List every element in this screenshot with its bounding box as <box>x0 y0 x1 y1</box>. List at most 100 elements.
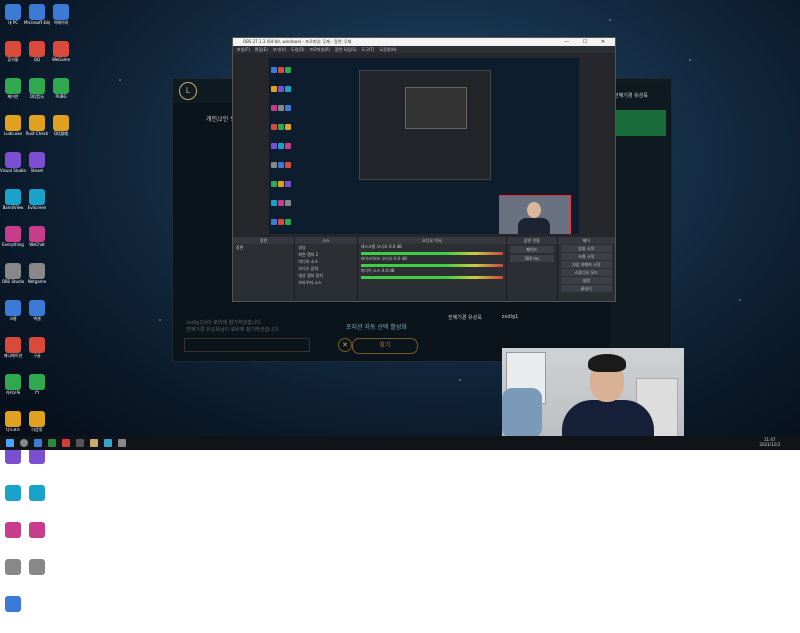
mixer-list[interactable]: 데스크톱 오디오 0.0 dB 마이크/보조 오디오 0.0 dB 미디어 소스 0… <box>358 244 506 280</box>
desktop: 내 PC 휴지통제어판 Ludo.exe Visual Studio BandiView… <box>0 0 800 617</box>
desktop-shortcut[interactable]: Visual Studio <box>0 152 26 186</box>
desktop-shortcut[interactable]: 크롬 <box>0 300 26 334</box>
source-item[interactable]: 미디어 소스 <box>295 258 356 265</box>
sources-panel[interactable]: 소스 영상 화면 캡처 2 미디어 소스 오디오 입력 영상 캡처 장치 브라우저 소스 <box>295 237 358 301</box>
desktop-shortcut[interactable]: WeGame <box>48 41 74 75</box>
menu-item[interactable]: 편집(E) <box>255 46 268 53</box>
control-button[interactable]: 설정 <box>560 277 612 284</box>
app-icon <box>29 4 45 20</box>
desktop-shortcut[interactable]: HuyaPC <box>0 559 26 593</box>
menu-item[interactable]: 파일(F) <box>237 46 250 53</box>
scenes-panel[interactable]: 장면 장면 <box>233 237 296 301</box>
desktop-shortcut[interactable]: 휴지통 <box>0 41 26 75</box>
control-button[interactable]: 스튜디오 모드 <box>560 269 612 276</box>
control-button[interactable]: 방송 시작 <box>560 245 612 252</box>
desktop-shortcut[interactable]: 반디캠 <box>0 448 26 482</box>
desktop-shortcut[interactable]: QQPlayer <box>24 485 50 519</box>
desktop-shortcut[interactable]: YY <box>24 374 50 408</box>
desktop-shortcut[interactable]: EVviewer <box>0 596 26 630</box>
volume-meter[interactable] <box>360 264 504 267</box>
desktop-shortcut[interactable]: 애니 <box>24 448 50 482</box>
preview-webcam-source[interactable] <box>499 195 571 234</box>
desktop-shortcut[interactable]: OBS Studio <box>0 263 26 297</box>
transition-duration-input[interactable]: 300 ms <box>510 255 554 262</box>
transition-type-select[interactable]: 페이드 <box>510 246 554 253</box>
desktop-shortcut[interactable]: Netgame <box>24 263 50 297</box>
control-button[interactable]: 녹화 시작 <box>560 253 612 260</box>
desktop-shortcut[interactable]: NetEase Music <box>0 522 26 556</box>
scene-item[interactable]: 장면 <box>233 244 294 251</box>
leave-lobby-button[interactable]: ✕ <box>338 338 352 352</box>
desktop-shortcut[interactable]: WeChat <box>24 226 50 260</box>
find-match-button[interactable]: 찾기 <box>352 338 418 354</box>
menu-item[interactable]: 도구(T) <box>362 46 375 53</box>
volume-meter[interactable] <box>360 276 504 279</box>
shortcut-label: OBS Studio <box>1 279 25 284</box>
desktop-shortcut[interactable]: KMPlayer <box>24 522 50 556</box>
source-item[interactable]: 화면 캡처 2 <box>295 251 356 258</box>
desktop-shortcut[interactable]: Everything <box>0 226 26 260</box>
app-icon <box>5 596 21 612</box>
desktop-shortcut[interactable]: 이페이지 <box>48 4 74 38</box>
mini-icon <box>285 105 291 111</box>
desktop-shortcut[interactable]: QQ <box>24 41 50 75</box>
sources-list[interactable]: 영상 화면 캡처 2 미디어 소스 오디오 입력 영상 캡처 장치 브라우저 소스 <box>295 244 356 286</box>
volume-meter[interactable] <box>360 252 504 255</box>
menu-item[interactable]: 보기(V) <box>273 46 286 53</box>
desktop-shortcut[interactable]: BandiView <box>0 189 26 223</box>
desktop-shortcut[interactable]: QQ游戏 <box>48 115 74 149</box>
desktop-shortcut[interactable]: QQ音乐 <box>24 78 50 112</box>
desktop-shortcut[interactable]: 카카오톡 <box>0 374 26 408</box>
obs-menu-bar[interactable]: 파일(F) 편집(E) 보기(V) 도킹(D) 프로파일(P) 장면 모음(S) 도구(T)… <box>233 46 615 53</box>
desktop-shortcut[interactable]: Rust Check <box>24 115 50 149</box>
search-icon[interactable] <box>20 439 28 447</box>
scenes-list[interactable]: 장면 <box>233 244 294 251</box>
menu-item[interactable]: 도움말(H) <box>379 46 396 53</box>
mixer-channel[interactable]: 마이크/보조 오디오 0.0 dB <box>358 256 506 268</box>
mini-icon <box>278 143 284 149</box>
control-button[interactable]: 가상 카메라 시작 <box>560 261 612 268</box>
controls-panel[interactable]: 제어 방송 시작 녹화 시작 가상 카메라 시작 스튜디오 모드 설정 끝내기 <box>557 237 615 301</box>
shortcut-label: Ludo.exe <box>4 131 22 136</box>
desktop-shortcut[interactable]: 구글 <box>24 337 50 371</box>
desktop-shortcut[interactable]: vs코드 <box>0 485 26 519</box>
desktop-shortcut[interactable]: 게임 <box>24 559 50 593</box>
desktop-shortcut[interactable]: 제어판 <box>0 78 26 112</box>
transition-panel[interactable]: 장면 전환 페이드 300 ms <box>507 237 558 301</box>
menu-item[interactable]: 프로파일(P) <box>310 46 330 53</box>
edge-icon[interactable] <box>34 439 42 447</box>
desktop-shortcut[interactable]: EvScreen <box>24 189 50 223</box>
system-clock[interactable]: 11:47 2021/12/3 <box>759 437 780 447</box>
source-item[interactable]: 브라우저 소스 <box>295 279 356 286</box>
league-taskbar-icon[interactable] <box>90 439 98 447</box>
desktop-shortcut[interactable]: PUBG <box>48 78 74 112</box>
shortcut-label: 카카오톡 <box>5 390 21 395</box>
desktop-shortcut[interactable]: 애니메이션 <box>0 337 26 371</box>
obs-preview-canvas[interactable] <box>269 58 579 234</box>
wechat-icon[interactable] <box>48 439 56 447</box>
obs-window[interactable]: OBS 27.1.3 (64-bit, windows) - 프로파일: 무제 … <box>232 37 616 302</box>
qq-icon[interactable] <box>104 439 112 447</box>
obs-taskbar-icon[interactable] <box>76 439 84 447</box>
desktop-shortcut[interactable]: Ludo.exe <box>0 115 26 149</box>
lobby-chat-input[interactable] <box>184 338 310 352</box>
desktop-shortcut[interactable]: Steam <box>24 152 50 186</box>
explorer-icon[interactable] <box>118 439 126 447</box>
desktop-shortcut[interactable]: 내 PC <box>0 4 26 38</box>
source-item[interactable]: 영상 캡처 장치 <box>295 272 356 279</box>
music-icon[interactable] <box>62 439 70 447</box>
source-item[interactable]: 영상 <box>295 244 356 251</box>
mixer-channel[interactable]: 미디어 소스 0.0 dB <box>358 268 506 280</box>
start-icon[interactable] <box>6 439 14 447</box>
controls-list[interactable]: 방송 시작 녹화 시작 가상 카메라 시작 스튜디오 모드 설정 끝내기 <box>558 245 615 292</box>
desktop-shortcut[interactable]: 엑셀 <box>24 300 50 334</box>
source-item[interactable]: 오디오 입력 <box>295 265 356 272</box>
window-controls[interactable]: — ☐ ✕ <box>564 38 611 46</box>
menu-item[interactable]: 장면 모음(S) <box>335 46 357 53</box>
desktop-shortcut[interactable]: Microsoft Edge <box>24 4 50 38</box>
control-button[interactable]: 끝내기 <box>560 285 612 292</box>
mixer-channel[interactable]: 데스크톱 오디오 0.0 dB <box>358 244 506 256</box>
menu-item[interactable]: 도킹(D) <box>291 46 305 53</box>
audio-mixer-panel[interactable]: 오디오 믹서 데스크톱 오디오 0.0 dB 마이크/보조 오디오 0.0 dB 미… <box>357 237 508 301</box>
shortcut-label: 반디캠 <box>7 464 19 469</box>
